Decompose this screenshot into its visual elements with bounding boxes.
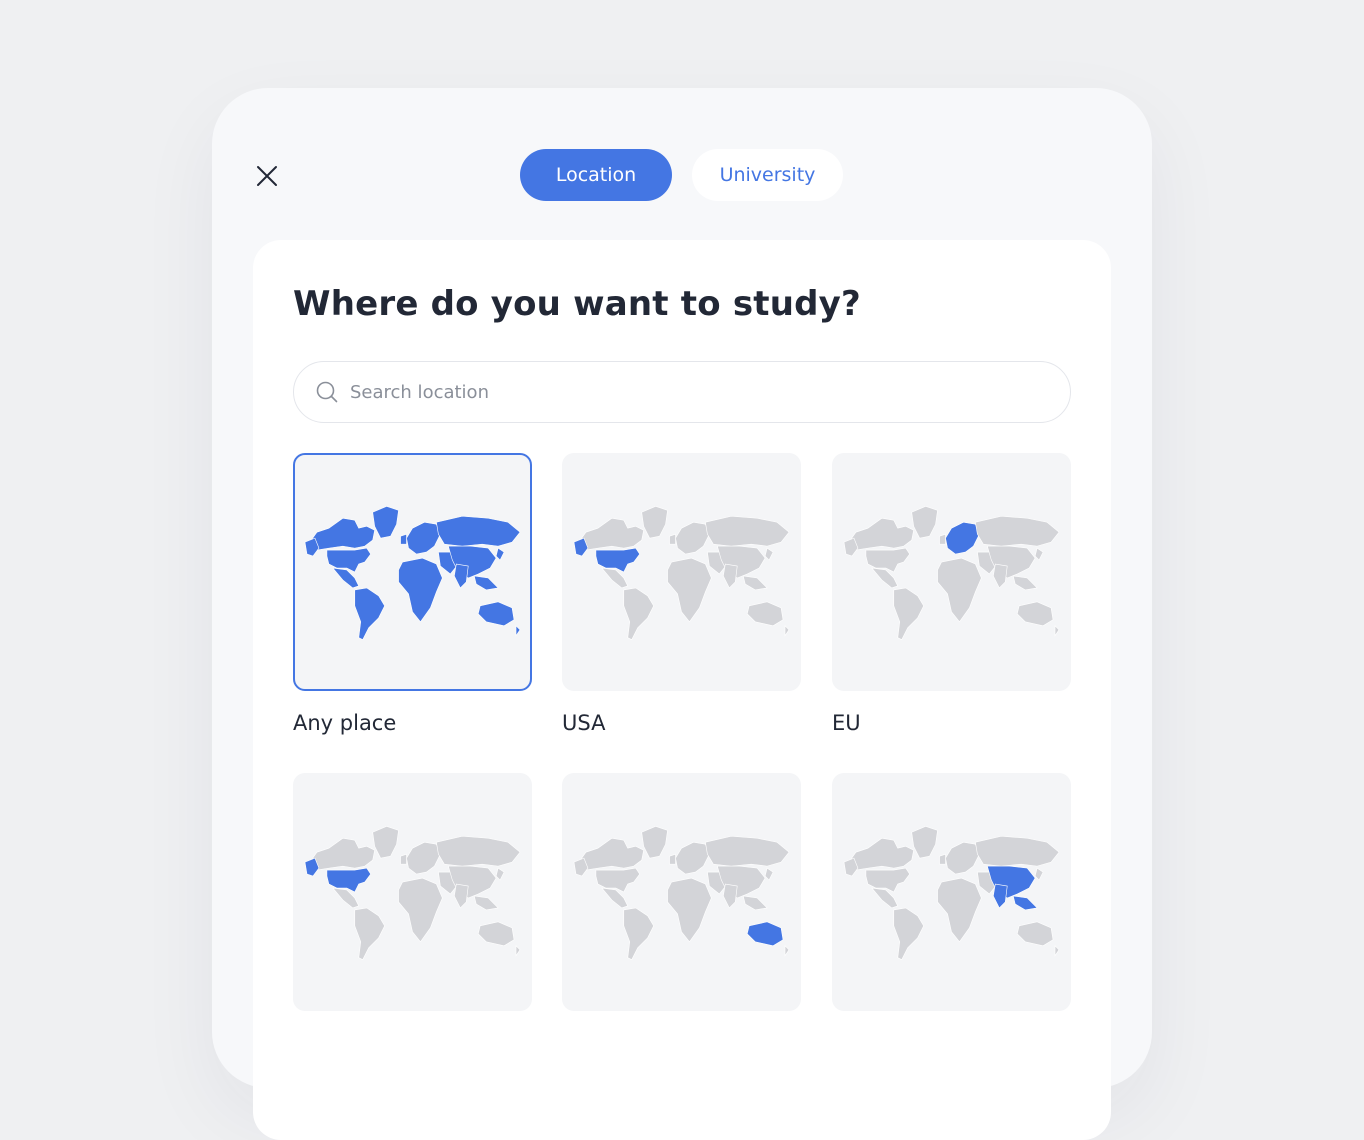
map-region-greenland [911,825,938,859]
tab-bar: Location University [520,149,843,201]
map-region-greenland [911,505,938,539]
map-region-australia [477,921,515,947]
map-region-africa [937,877,982,943]
map-region-seasia [473,575,499,591]
map-region-russia [705,515,790,547]
region-thumbnail [832,453,1071,691]
region-tile-4[interactable] [293,773,532,1031]
map-region-greenland [641,505,668,539]
map-region-nz [1054,625,1060,637]
map-region-japan [495,867,505,881]
world-map-icon [843,825,1060,961]
map-region-seasia [1012,895,1038,911]
tab-university[interactable]: University [692,149,843,201]
region-thumbnail [562,773,801,1011]
region-thumbnail [562,453,801,691]
map-region-nz [1054,945,1060,957]
map-region-india [722,883,738,909]
map-region-southamerica [893,587,924,641]
map-region-uk [939,533,946,545]
region-label: USA [562,711,606,735]
map-region-africa [937,557,982,623]
map-region-nz [784,625,790,637]
map-region-southamerica [354,907,385,961]
map-region-india [992,563,1008,589]
modal-sheet: Location University Where do you want to… [212,88,1152,1140]
close-icon [257,166,277,186]
map-region-greenland [372,825,399,859]
map-region-nz [515,945,521,957]
world-map-icon [304,825,521,961]
map-region-india [453,563,469,589]
map-region-australia [746,921,784,947]
map-region-japan [495,547,505,561]
map-region-southamerica [354,587,385,641]
map-region-russia [975,835,1060,867]
map-region-india [992,883,1008,909]
close-button[interactable] [253,162,281,190]
map-region-europe [675,521,710,555]
map-region-seasia [742,575,768,591]
map-region-japan [1034,547,1044,561]
map-region-europe [406,521,441,555]
map-region-australia [1016,921,1054,947]
region-thumbnail [293,773,532,1011]
region-tile-usa[interactable]: USA [562,453,801,735]
region-label: Any place [293,711,397,735]
map-region-europe [675,841,710,875]
region-label: EU [832,711,861,735]
world-map-icon [304,505,521,641]
world-map-icon [843,505,1060,641]
map-region-russia [975,515,1060,547]
world-map-icon [573,505,790,641]
map-region-nz [515,625,521,637]
map-region-uk [400,533,407,545]
region-tile-5[interactable] [562,773,801,1031]
map-region-seasia [742,895,768,911]
region-tile-any-place[interactable]: Any place [293,453,532,735]
map-region-africa [398,557,443,623]
map-region-africa [667,557,712,623]
map-region-africa [667,877,712,943]
map-region-japan [764,867,774,881]
map-region-australia [477,601,515,627]
map-region-europe [406,841,441,875]
region-thumbnail [832,773,1071,1011]
region-tile-eu[interactable]: EU [832,453,1071,735]
map-region-greenland [372,505,399,539]
map-region-seasia [1012,575,1038,591]
map-region-uk [939,853,946,865]
map-region-russia [436,515,521,547]
search-bar[interactable] [293,361,1071,423]
map-region-japan [764,547,774,561]
map-region-africa [398,877,443,943]
page-title: Where do you want to study? [293,284,861,324]
region-thumbnail [293,453,532,691]
tab-location[interactable]: Location [520,149,672,201]
map-region-australia [746,601,784,627]
map-region-japan [1034,867,1044,881]
map-region-southamerica [893,907,924,961]
map-region-russia [705,835,790,867]
map-region-nz [784,945,790,957]
world-map-icon [573,825,790,961]
map-region-greenland [641,825,668,859]
map-region-uk [669,533,676,545]
map-region-australia [1016,601,1054,627]
map-region-india [722,563,738,589]
map-region-uk [669,853,676,865]
content-card: Where do you want to study? Any place US… [253,240,1111,1140]
map-region-europe [945,841,980,875]
map-region-uk [400,853,407,865]
map-region-seasia [473,895,499,911]
map-region-russia [436,835,521,867]
search-input[interactable] [350,362,1070,422]
region-grid: Any place USA EU [293,453,1071,1073]
map-region-southamerica [623,907,654,961]
search-icon [316,381,338,403]
map-region-india [453,883,469,909]
region-tile-6[interactable] [832,773,1071,1031]
map-region-southamerica [623,587,654,641]
map-region-europe [945,521,980,555]
